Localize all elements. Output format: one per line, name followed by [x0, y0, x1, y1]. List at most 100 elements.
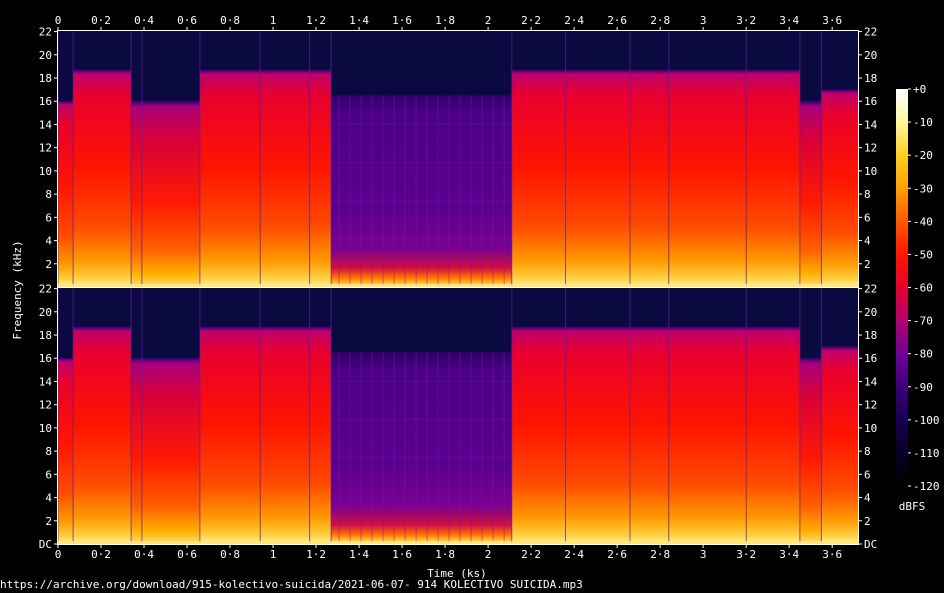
- y-tick-label-left: 4: [45, 235, 52, 248]
- x-tick-label-top: 1: [270, 14, 277, 27]
- source-url: https://archive.org/download/915-kolecti…: [0, 578, 583, 591]
- x-tick-label-bottom: 1·6: [392, 548, 412, 561]
- colorbar-tick-label: +0: [913, 83, 926, 96]
- y-tick-label-right: 22: [864, 26, 877, 39]
- spectrogram-segment: [630, 326, 669, 544]
- colorbar-tick-label: -20: [913, 149, 933, 162]
- y-tick-label-right: 2: [864, 515, 871, 528]
- y-tick-label-left: DC: [39, 538, 52, 551]
- y-tick-label-left: 12: [39, 399, 52, 412]
- x-tick-label-top: 1·6: [392, 14, 412, 27]
- y-tick-label-left: 2: [45, 515, 52, 528]
- y-tick-label-right: 10: [864, 165, 877, 178]
- spectrogram-chart: 0 0 0·2 0·2 0·4 0·4 0·6 0·6 0·8 0·8 1 1 1·2 1·2 1·4 1·4…: [11, 14, 940, 580]
- spectrogram-segment: [630, 69, 669, 288]
- y-tick-label-right: DC: [864, 538, 877, 551]
- spectrogram-segment: [565, 69, 630, 288]
- spectrogram-segment: [746, 69, 800, 288]
- x-tick-label-top: 0·2: [91, 14, 111, 27]
- y-tick-label-left: 20: [39, 49, 52, 62]
- x-tick-label-bottom: 3: [700, 548, 707, 561]
- y-tick-label-left: 6: [45, 468, 52, 481]
- x-tick-label-bottom: 3·6: [822, 548, 842, 561]
- x-tick-label-top: 1·8: [435, 14, 455, 27]
- x-tick-label-bottom: 3·4: [779, 548, 799, 561]
- y-tick-label-left: 6: [45, 211, 52, 224]
- spectrogram-upper-channel: [57, 30, 859, 288]
- x-tick-label-top: 2·8: [650, 14, 670, 27]
- y-tick-label-right: 16: [864, 95, 877, 108]
- spectrogram-segment: [668, 69, 747, 288]
- x-tick-label-top: 0·8: [220, 14, 240, 27]
- x-tick-label-bottom: 1: [270, 548, 277, 561]
- x-tick-label-bottom: 1·8: [435, 548, 455, 561]
- x-tick-label-top: 0·6: [177, 14, 197, 27]
- y-tick-label-left: 16: [39, 95, 52, 108]
- x-tick-label-top: 2·2: [521, 14, 541, 27]
- y-tick-label-left: 18: [39, 329, 52, 342]
- spectrogram-segment: [141, 358, 200, 544]
- y-tick-label-left: 22: [39, 283, 52, 296]
- x-tick-label-top: 3: [700, 14, 707, 27]
- spectrogram-segment: [821, 89, 858, 287]
- y-tick-label-left: 2: [45, 258, 52, 271]
- y-tick-label-right: 14: [864, 375, 878, 388]
- y-tick-label-left: 10: [39, 165, 52, 178]
- y-tick-label-left: 14: [39, 375, 53, 388]
- y-tick-label-right: 2: [864, 258, 871, 271]
- spectrogram-segment: [799, 358, 822, 544]
- spectrogram-segment: [141, 101, 200, 287]
- x-tick-label-top: 1·4: [349, 14, 369, 27]
- y-tick-label-left: 8: [45, 445, 52, 458]
- spectrogram-segment: [821, 346, 858, 544]
- y-tick-label-left: 18: [39, 72, 52, 85]
- y-tick-label-right: 18: [864, 329, 877, 342]
- x-tick-label-top: 0·4: [134, 14, 154, 27]
- x-tick-label-top: 2: [485, 14, 492, 27]
- x-tick-label-bottom: 1·2: [306, 548, 326, 561]
- y-tick-label-right: 22: [864, 283, 877, 296]
- colorbar-tick-label: -10: [913, 116, 933, 129]
- colorbar-label: dBFS: [899, 500, 926, 513]
- x-tick-label-bottom: 2: [485, 548, 492, 561]
- y-tick-label-left: 16: [39, 352, 52, 365]
- spectrogram-segment: [799, 101, 822, 287]
- colorbar-tick-label: -60: [913, 282, 933, 295]
- spectrogram-segment: [309, 326, 332, 544]
- y-tick-label-left: 10: [39, 422, 52, 435]
- y-tick-label-left: 12: [39, 142, 52, 155]
- x-tick-label-bottom: 3·2: [736, 548, 756, 561]
- x-tick-label-top: 3·6: [822, 14, 842, 27]
- x-tick-label-bottom: 0: [55, 548, 62, 561]
- colorbar-tick-label: -110: [913, 447, 940, 460]
- spectrogram-segment: [73, 69, 132, 288]
- x-tick-label-bottom: 2·6: [607, 548, 627, 561]
- spectrogram-segment: [511, 326, 566, 544]
- colorbar-tick-label: -100: [913, 414, 940, 427]
- y-tick-label-left: 14: [39, 118, 53, 131]
- spectrogram-segment: [58, 101, 74, 287]
- spectrogram-segment: [73, 326, 132, 544]
- y-tick-label-right: 12: [864, 142, 877, 155]
- y-tick-label-right: 20: [864, 306, 877, 319]
- y-tick-label-right: 8: [864, 445, 871, 458]
- x-tick-label-top: 0: [55, 14, 62, 27]
- y-axis-label: Frequency (kHz): [11, 240, 24, 339]
- y-tick-label-right: 6: [864, 211, 871, 224]
- y-tick-label-right: 6: [864, 468, 871, 481]
- y-tick-label-right: 20: [864, 49, 877, 62]
- x-tick-label-top: 3·4: [779, 14, 799, 27]
- y-tick-label-left: 8: [45, 188, 52, 201]
- colorbar-tick-label: -120: [913, 480, 940, 493]
- x-tick-label-bottom: 2·8: [650, 548, 670, 561]
- y-tick-label-left: 22: [39, 26, 52, 39]
- colorbar-tick-label: -80: [913, 348, 933, 361]
- spectrogram-segment: [260, 326, 310, 544]
- y-tick-label-right: 4: [864, 492, 871, 505]
- spectrogram-segment: [131, 358, 142, 544]
- x-tick-label-top: 3·2: [736, 14, 756, 27]
- y-tick-label-left: 4: [45, 492, 52, 505]
- spectrogram-segment: [260, 69, 310, 288]
- x-tick-label-bottom: 2·2: [521, 548, 541, 561]
- colorbar-tick-label: -40: [913, 215, 933, 228]
